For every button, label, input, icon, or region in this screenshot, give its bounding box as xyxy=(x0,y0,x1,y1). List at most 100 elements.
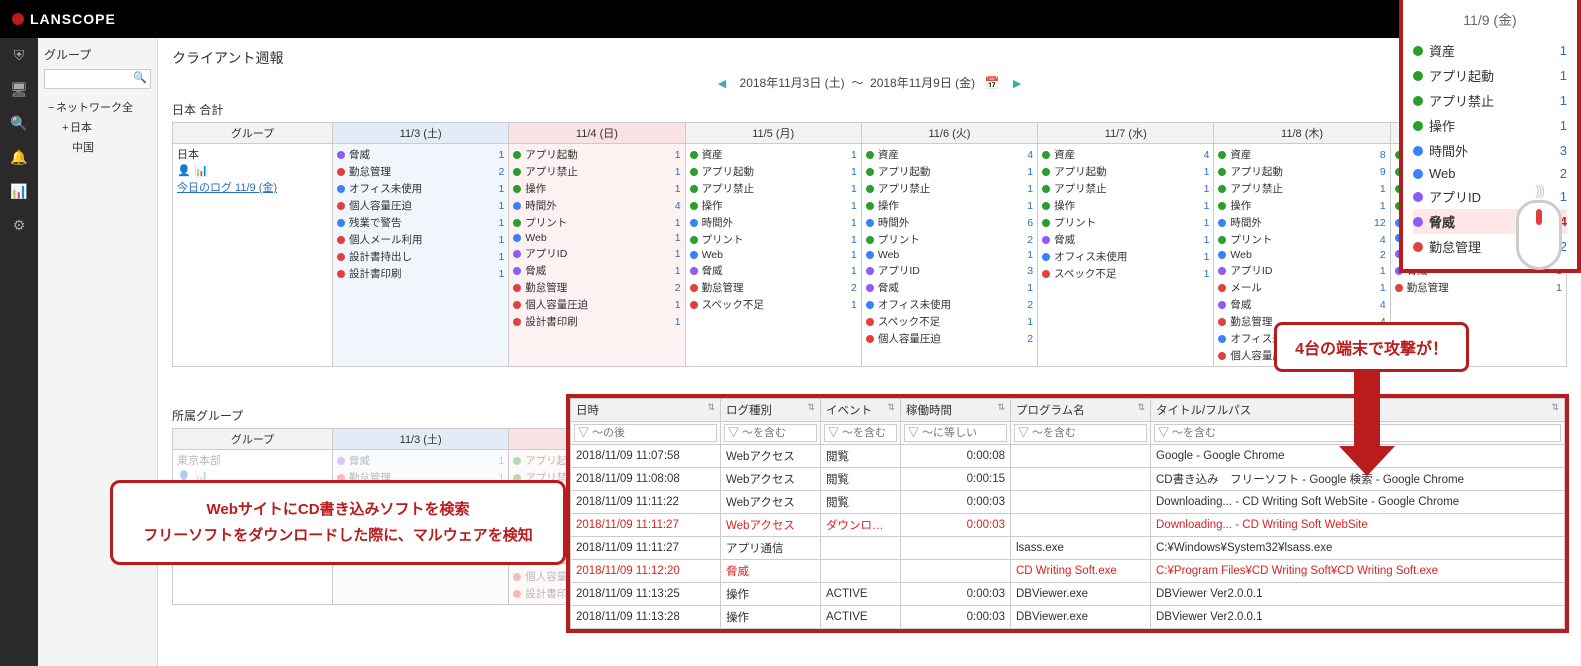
category-item[interactable]: アプリ起動1 xyxy=(866,163,1033,180)
log-filter-input[interactable] xyxy=(904,424,1007,442)
prev-week-button[interactable]: ◀ xyxy=(718,77,726,90)
category-item[interactable]: 時間外12 xyxy=(1218,214,1385,231)
category-item[interactable]: 設計書印刷1 xyxy=(337,265,504,282)
category-item[interactable]: オフィス未使用1 xyxy=(1042,248,1209,265)
category-item[interactable]: アプリ禁止1 xyxy=(1218,180,1385,197)
category-item[interactable]: 脅威1 xyxy=(690,262,857,279)
popout-item[interactable]: アプリ禁止1 xyxy=(1413,88,1567,113)
calendar-icon[interactable]: 📅 xyxy=(985,76,1000,90)
category-item[interactable]: 操作1 xyxy=(690,197,857,214)
category-item[interactable]: スペック不足1 xyxy=(866,313,1033,330)
category-item[interactable]: オフィス未使用2 xyxy=(866,296,1033,313)
log-header[interactable]: ログ種別⇅ xyxy=(721,399,821,422)
tree-node-japan[interactable]: +日本 xyxy=(44,117,151,137)
category-item[interactable]: 残業で警告1 xyxy=(337,214,504,231)
log-row[interactable]: 2018/11/09 11:07:58Webアクセス閲覧0:00:08Googl… xyxy=(571,445,1565,468)
category-item[interactable]: アプリ起動9 xyxy=(1218,163,1385,180)
log-filter-input[interactable] xyxy=(824,424,897,442)
category-item[interactable]: プリント2 xyxy=(866,231,1033,248)
tree-search-input[interactable] xyxy=(44,69,151,89)
bell-icon[interactable]: 🔔 xyxy=(10,148,28,166)
log-header[interactable]: プログラム名⇅ xyxy=(1011,399,1151,422)
category-item[interactable]: 脅威1 xyxy=(1042,231,1209,248)
category-item[interactable]: 資産8 xyxy=(1218,146,1385,163)
log-filter-input[interactable] xyxy=(574,424,717,442)
category-item[interactable]: スペック不足1 xyxy=(1042,265,1209,282)
monitor-icon[interactable]: 🖥 xyxy=(10,80,28,98)
next-week-button[interactable]: ▶ xyxy=(1013,77,1021,90)
category-item[interactable]: 時間外1 xyxy=(690,214,857,231)
popout-item[interactable]: 時間外3 xyxy=(1413,138,1567,163)
category-item[interactable]: 操作1 xyxy=(1218,197,1385,214)
category-item[interactable]: Web1 xyxy=(513,231,680,245)
category-count: 4 xyxy=(1380,234,1386,246)
category-item[interactable]: 脅威1 xyxy=(513,262,680,279)
log-row[interactable]: 2018/11/09 11:13:25操作ACTIVE0:00:03DBView… xyxy=(571,583,1565,606)
log-row[interactable]: 2018/11/09 11:11:22Webアクセス閲覧0:00:03Downl… xyxy=(571,491,1565,514)
category-item[interactable]: 操作1 xyxy=(866,197,1033,214)
category-item[interactable]: プリント4 xyxy=(1218,231,1385,248)
log-header[interactable]: 日時⇅ xyxy=(571,399,721,422)
today-log-link[interactable]: 今日のログ 11/9 (金) xyxy=(177,179,328,195)
category-item[interactable]: アプリ起動1 xyxy=(690,163,857,180)
category-item[interactable]: 個人容量圧迫1 xyxy=(513,296,680,313)
category-item[interactable]: 操作1 xyxy=(1042,197,1209,214)
category-item[interactable]: 脅威1 xyxy=(337,452,504,469)
category-item[interactable]: 設計書持出し1 xyxy=(337,248,504,265)
category-item[interactable]: Web1 xyxy=(690,248,857,262)
category-item[interactable]: プリント1 xyxy=(513,214,680,231)
category-item[interactable]: 時間外6 xyxy=(866,214,1033,231)
category-item[interactable]: プリント1 xyxy=(1042,214,1209,231)
category-item[interactable]: アプリ禁止1 xyxy=(513,163,680,180)
category-item[interactable]: 勤怠管理2 xyxy=(337,163,504,180)
log-filter-input[interactable] xyxy=(724,424,817,442)
log-row[interactable]: 2018/11/09 11:08:08Webアクセス閲覧0:00:15CD書き込… xyxy=(571,468,1565,491)
tree-root[interactable]: −ネットワーク全 xyxy=(44,97,151,117)
category-item[interactable]: アプリ起動1 xyxy=(1042,163,1209,180)
category-item[interactable]: 脅威1 xyxy=(337,146,504,163)
category-item[interactable]: 資産4 xyxy=(1042,146,1209,163)
category-item[interactable]: アプリ禁止1 xyxy=(866,180,1033,197)
category-item[interactable]: 個人容量圧迫1 xyxy=(337,197,504,214)
category-item[interactable]: 勤怠管理2 xyxy=(513,279,680,296)
category-item[interactable]: オフィス未使用1 xyxy=(337,180,504,197)
category-count: 1 xyxy=(1204,234,1210,246)
popout-item[interactable]: アプリ起動1 xyxy=(1413,63,1567,88)
category-item[interactable]: 脅威1 xyxy=(866,279,1033,296)
category-item[interactable]: 勤怠管理2 xyxy=(690,279,857,296)
shield-icon[interactable]: ⛨ xyxy=(10,46,28,64)
category-item[interactable]: 資産1 xyxy=(690,146,857,163)
category-item[interactable]: アプリID1 xyxy=(1218,262,1385,279)
gear-icon[interactable]: ⚙ xyxy=(10,216,28,234)
category-item[interactable]: 設計書印刷1 xyxy=(513,313,680,330)
category-item[interactable]: アプリ起動1 xyxy=(513,146,680,163)
category-item[interactable]: アプリID3 xyxy=(866,262,1033,279)
category-item[interactable]: プリント1 xyxy=(690,231,857,248)
category-item[interactable]: 時間外4 xyxy=(513,197,680,214)
category-dot-icon xyxy=(1218,168,1226,176)
category-item[interactable]: アプリID1 xyxy=(513,245,680,262)
category-item[interactable]: Web2 xyxy=(1218,248,1385,262)
category-item[interactable]: 資産4 xyxy=(866,146,1033,163)
log-row[interactable]: 2018/11/09 11:12:20脅威CD Writing Soft.exe… xyxy=(571,560,1565,583)
category-item[interactable]: メール1 xyxy=(1218,279,1385,296)
chart-icon[interactable]: 📊 xyxy=(10,182,28,200)
tree-node-china[interactable]: 中国 xyxy=(44,137,151,157)
category-item[interactable]: Web1 xyxy=(866,248,1033,262)
category-item[interactable]: 脅威4 xyxy=(1218,296,1385,313)
category-item[interactable]: スペック不足1 xyxy=(690,296,857,313)
log-row[interactable]: 2018/11/09 11:13:28操作ACTIVE0:00:03DBView… xyxy=(571,606,1565,629)
category-item[interactable]: アプリ禁止1 xyxy=(1042,180,1209,197)
log-row[interactable]: 2018/11/09 11:11:27Webアクセスダウンロ…0:00:03Do… xyxy=(571,514,1565,537)
category-item[interactable]: 個人容量圧迫2 xyxy=(866,330,1033,347)
category-item[interactable]: 操作1 xyxy=(513,180,680,197)
category-item[interactable]: アプリ禁止1 xyxy=(690,180,857,197)
search-icon[interactable]: 🔍 xyxy=(10,114,28,132)
log-filter-input[interactable] xyxy=(1014,424,1147,442)
log-header[interactable]: イベント⇅ xyxy=(821,399,901,422)
popout-item[interactable]: 操作1 xyxy=(1413,113,1567,138)
popout-item[interactable]: 資産1 xyxy=(1413,38,1567,63)
category-item[interactable]: 個人メール利用1 xyxy=(337,231,504,248)
log-header[interactable]: 稼働時間⇅ xyxy=(901,399,1011,422)
log-row[interactable]: 2018/11/09 11:11:27アプリ通信lsass.exeC:¥Wind… xyxy=(571,537,1565,560)
